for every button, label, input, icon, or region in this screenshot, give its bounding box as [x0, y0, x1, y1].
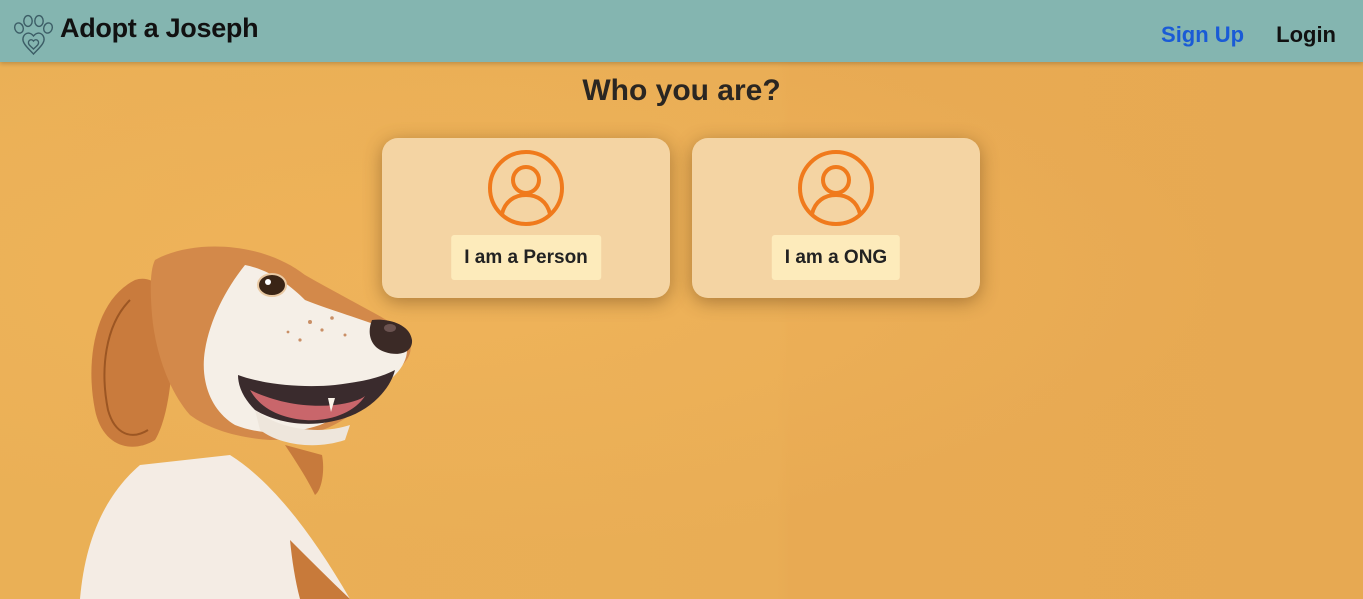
i-am-a-person-button[interactable]: I am a Person	[451, 235, 601, 280]
navbar: Adopt a Joseph Sign Up Login	[0, 0, 1363, 62]
brand[interactable]: Adopt a Joseph	[10, 13, 259, 58]
user-circle-icon	[798, 150, 874, 226]
person-option-card[interactable]: I am a Person	[382, 138, 670, 298]
i-am-a-ong-button[interactable]: I am a ONG	[771, 235, 901, 280]
login-link[interactable]: Login	[1276, 22, 1336, 48]
signup-link[interactable]: Sign Up	[1161, 22, 1244, 48]
beagle-dog-image	[80, 246, 413, 599]
brand-name: Adopt a Joseph	[60, 13, 259, 43]
page-title: Who you are?	[582, 74, 781, 107]
nav-links: Sign Up Login	[1161, 22, 1336, 48]
user-circle-icon	[488, 150, 564, 226]
ong-option-card[interactable]: I am a ONG	[692, 138, 980, 298]
paw-heart-icon	[13, 14, 54, 56]
